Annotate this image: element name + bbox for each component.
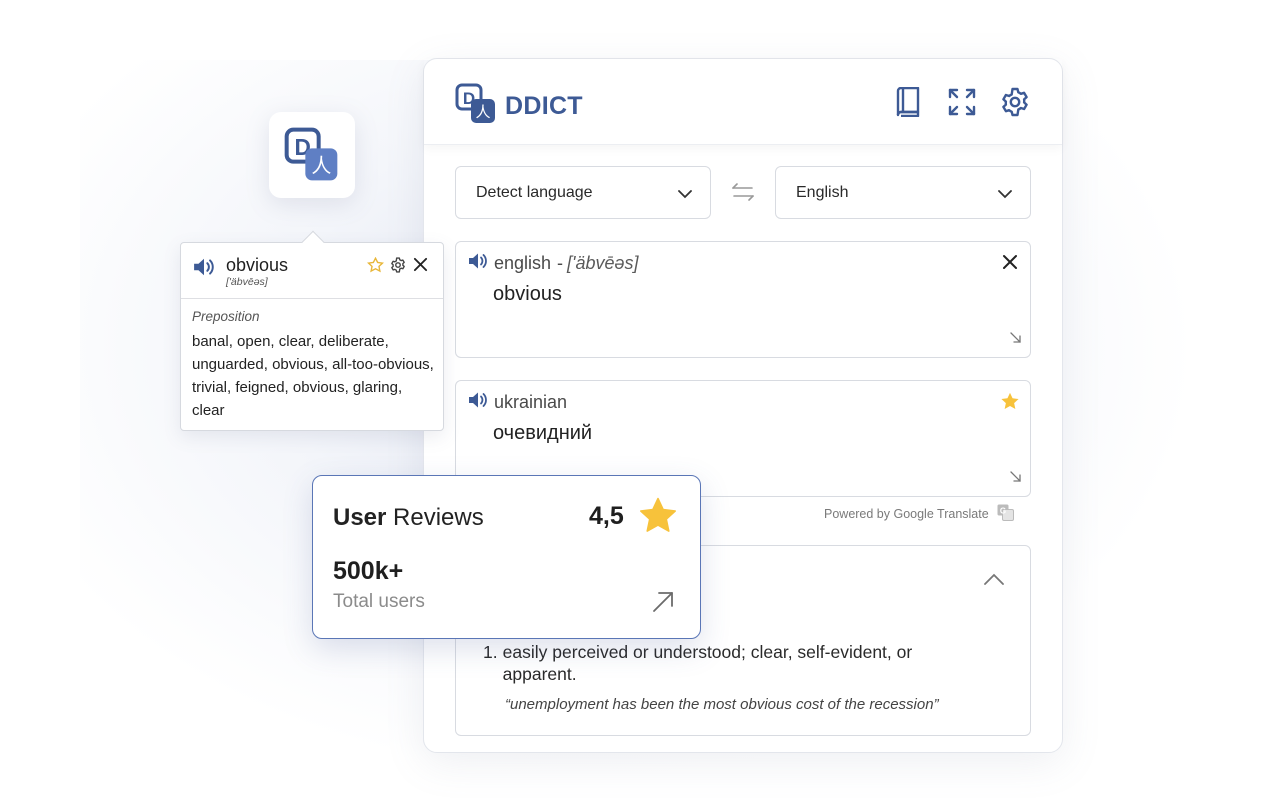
users-count: 500k+ (333, 557, 404, 585)
definition-number: 1. (483, 642, 498, 662)
reviews-title-bold: User (333, 504, 387, 531)
resize-icon[interactable] (1010, 330, 1021, 348)
users-count-label: Total users (333, 591, 425, 612)
resize-icon[interactable] (1010, 469, 1021, 487)
chevron-down-icon (998, 186, 1012, 204)
close-icon[interactable] (413, 257, 428, 277)
source-language-name: english (494, 253, 552, 273)
reviews-title: User Reviews (333, 504, 484, 532)
brand-name: DDICT (505, 92, 583, 120)
definition-example: “unemployment has been the most obvious … (505, 696, 939, 713)
star-icon (638, 497, 678, 540)
popup-synonyms: banal, open, clear, deliberate, unguarde… (192, 333, 434, 419)
gear-icon[interactable] (999, 86, 1031, 118)
popup-phonetic: ['äbvēəs] (226, 276, 268, 288)
source-language-label: english - ['äbvēəs] (468, 252, 639, 275)
arrow-up-right-icon[interactable] (651, 590, 675, 619)
chevron-down-icon (678, 186, 692, 204)
target-language-label: ukrainian (468, 391, 567, 414)
expand-icon[interactable] (946, 86, 978, 118)
svg-text:人: 人 (475, 103, 490, 121)
source-phonetic: ['äbvēəs] (567, 253, 639, 273)
svg-text:人: 人 (311, 153, 331, 177)
speaker-icon[interactable] (468, 252, 488, 275)
user-reviews-card: User Reviews 4,5 500k+ Total users (312, 475, 701, 639)
speaker-icon[interactable] (193, 257, 215, 282)
source-text: obvious (493, 283, 562, 305)
popup-header: obvious ['äbvēəs] (181, 243, 443, 299)
panel-header: D 人 DDICT (424, 59, 1062, 145)
ddict-logo-icon: D 人 (455, 83, 497, 130)
ddict-app-icon[interactable]: D 人 (269, 112, 355, 198)
popup-word: obvious (226, 255, 289, 275)
gear-icon[interactable] (390, 257, 406, 278)
star-icon[interactable] (1000, 392, 1020, 416)
source-language-select[interactable]: Detect language (455, 166, 711, 219)
star-outline-icon[interactable] (366, 256, 385, 278)
label-separator: - (557, 253, 564, 273)
target-language-value: English (796, 183, 849, 201)
definition-item: 1. easily perceived or understood; clear… (483, 641, 983, 685)
powered-by-text: Powered by Google Translate (824, 507, 989, 521)
reviews-score: 4,5 (589, 502, 624, 530)
word-popup: obvious ['äbvēəs] Preposition banal, ope… (180, 230, 444, 431)
translator-panel: D 人 DDICT Detect language English englis… (423, 58, 1063, 753)
popup-part-of-speech: Preposition (192, 309, 260, 324)
swap-languages-icon[interactable] (731, 182, 755, 207)
target-language-name: ukrainian (494, 392, 568, 412)
source-language-value: Detect language (476, 183, 593, 201)
definition-text: easily perceived or understood; clear, s… (502, 642, 913, 684)
chevron-up-icon[interactable] (984, 572, 1004, 590)
brand: D 人 DDICT (455, 83, 583, 130)
source-text-box[interactable]: english - ['äbvēəs] obvious (455, 241, 1031, 358)
svg-text:G: G (1000, 507, 1006, 516)
speaker-icon[interactable] (468, 391, 488, 414)
book-icon[interactable] (892, 86, 924, 118)
translation-text: очевидний (493, 422, 593, 444)
google-translate-icon: G (997, 504, 1014, 524)
target-language-select[interactable]: English (775, 166, 1031, 219)
clear-text-icon[interactable] (1002, 254, 1018, 275)
reviews-title-light: Reviews (386, 504, 484, 531)
powered-by: Powered by Google Translate G (824, 504, 1014, 524)
